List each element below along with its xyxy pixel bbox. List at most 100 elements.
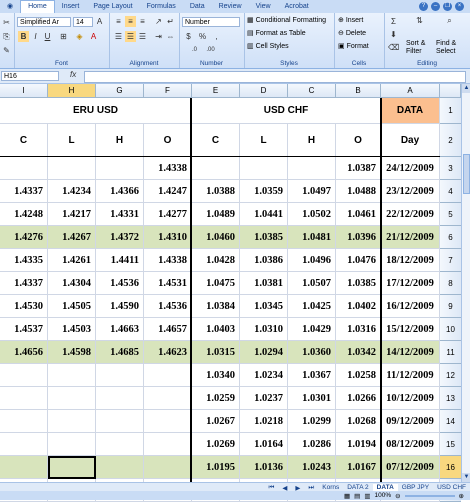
table-cell[interactable]: 1.0243 [288,456,336,479]
table-cell[interactable]: 1.4536 [96,272,144,295]
table-cell[interactable] [48,157,96,180]
table-cell[interactable]: 1.0359 [240,180,288,203]
select-all-corner[interactable] [440,84,461,98]
table-cell[interactable]: 21/12/2009 [381,226,440,249]
table-cell[interactable]: 1.0441 [240,203,288,226]
font-color-icon[interactable]: A [88,31,99,42]
table-cell[interactable]: 1.0286 [288,433,336,456]
table-cell[interactable]: 1.0218 [240,410,288,433]
table-cell[interactable]: 1.4590 [96,295,144,318]
office-button-icon[interactable]: ◉ [0,0,20,13]
increase-decimal-icon[interactable]: .0 [189,45,200,56]
table-cell[interactable]: 1.0342 [336,341,381,364]
table-cell[interactable] [0,433,48,456]
table-cell[interactable] [0,387,48,410]
table-cell[interactable]: 1.0164 [240,433,288,456]
align-top-icon[interactable]: ≡ [113,16,124,27]
table-cell[interactable]: 1.0386 [240,249,288,272]
table-cell[interactable]: 1.0237 [240,387,288,410]
formula-input[interactable] [84,71,466,83]
sheet-tab-usd-chf[interactable]: USD CHF [433,484,470,491]
table-cell[interactable]: 1.0489 [192,203,240,226]
delete-button[interactable]: ⊖ Delete [338,29,366,39]
table-cell[interactable]: 23/12/2009 [381,180,440,203]
scroll-up-icon[interactable]: ▲ [462,84,470,93]
tab-data[interactable]: Data [183,0,212,13]
clear-icon[interactable]: ⌫ [388,42,399,53]
tab-review[interactable]: Review [212,0,249,13]
table-cell[interactable] [96,456,144,479]
table-cell[interactable]: 1.0381 [240,272,288,295]
row-header[interactable]: 9 [440,295,461,318]
table-cell[interactable] [144,433,192,456]
table-cell[interactable]: 1.0385 [336,272,381,295]
align-center-icon[interactable]: ☰ [125,31,136,42]
table-cell[interactable] [0,364,48,387]
table-cell[interactable]: 1.0269 [192,433,240,456]
row-header[interactable]: 8 [440,272,461,295]
table-cell[interactable]: 1.0360 [288,341,336,364]
table-cell[interactable]: 15/12/2009 [381,318,440,341]
copy-icon[interactable]: ⎘ [1,31,12,42]
wrap-text-icon[interactable]: ↵ [165,16,176,27]
cell-styles-button[interactable]: ▥ Cell Styles [247,42,289,52]
table-cell[interactable]: 1.0402 [336,295,381,318]
table-cell[interactable] [48,410,96,433]
format-as-table-button[interactable]: ▤ Format as Table [247,29,306,39]
table-cell[interactable]: 1.0266 [336,387,381,410]
table-cell[interactable]: 1.4338 [144,157,192,180]
cut-icon[interactable]: ✂ [1,17,12,28]
format-painter-icon[interactable]: ✎ [1,45,12,56]
merge-center-icon[interactable]: ⇔ [165,31,176,42]
row-header[interactable]: 11 [440,341,461,364]
comma-icon[interactable]: , [211,31,222,42]
minimize-icon[interactable]: – [431,2,440,11]
table-cell[interactable]: 1.4366 [96,180,144,203]
table-cell[interactable]: 1.4530 [0,295,48,318]
table-cell[interactable] [96,387,144,410]
format-button[interactable]: ▣ Format [338,42,369,52]
table-cell[interactable]: 1.0259 [192,387,240,410]
row-header[interactable]: 10 [440,318,461,341]
fill-color-icon[interactable]: ◈ [74,31,85,42]
table-cell[interactable]: 1.4411 [96,249,144,272]
table-cell[interactable]: 1.4267 [48,226,96,249]
table-cell[interactable] [0,410,48,433]
table-cell[interactable]: 1.4337 [0,180,48,203]
zoom-slider[interactable] [404,494,455,497]
row-header[interactable]: 12 [440,364,461,387]
column-header-a[interactable]: A [381,84,440,98]
table-cell[interactable]: 1.4234 [48,180,96,203]
table-cell[interactable]: 1.4657 [144,318,192,341]
page-layout-icon[interactable]: ▤ [354,492,360,500]
row-header[interactable]: 2 [440,124,461,157]
table-cell[interactable] [48,456,96,479]
table-cell[interactable]: 1.4598 [48,341,96,364]
row-header[interactable]: 13 [440,387,461,410]
align-middle-icon[interactable]: ≡ [125,16,136,27]
tab-page-layout[interactable]: Page Layout [86,0,139,13]
row-header[interactable]: 5 [440,203,461,226]
column-header-e[interactable]: E [192,84,240,98]
table-cell[interactable] [96,433,144,456]
table-cell[interactable]: 1.0481 [288,226,336,249]
table-cell[interactable]: 1.0497 [288,180,336,203]
align-bottom-icon[interactable]: ≡ [137,16,148,27]
table-cell[interactable]: 1.0476 [336,249,381,272]
table-cell[interactable] [96,157,144,180]
table-cell[interactable]: 1.0429 [288,318,336,341]
borders-icon[interactable]: ⊞ [58,31,69,42]
table-cell[interactable]: 11/12/2009 [381,364,440,387]
table-cell[interactable]: 1.0387 [336,157,381,180]
font-name-select[interactable]: Simplified Ar [17,17,71,27]
table-cell[interactable]: 1.0258 [336,364,381,387]
table-cell[interactable]: 1.0195 [192,456,240,479]
currency-icon[interactable]: $ [183,31,194,42]
table-cell[interactable]: 1.4277 [144,203,192,226]
row-header[interactable]: 7 [440,249,461,272]
table-cell[interactable]: 1.4217 [48,203,96,226]
table-cell[interactable] [96,410,144,433]
column-header-h[interactable]: H [48,84,96,98]
table-cell[interactable]: 10/12/2009 [381,387,440,410]
table-cell[interactable]: 1.4247 [144,180,192,203]
